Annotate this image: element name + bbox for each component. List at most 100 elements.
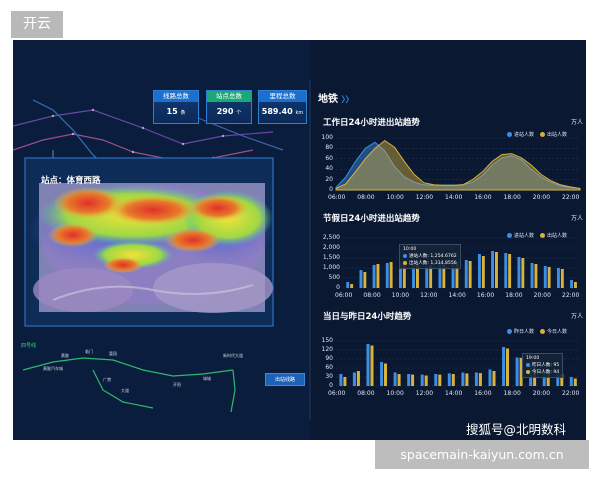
x-tick-label: 20:00 bbox=[532, 390, 551, 397]
x-tick-label: 16:00 bbox=[476, 292, 495, 299]
bar bbox=[343, 377, 347, 386]
bar bbox=[491, 251, 494, 288]
bar bbox=[570, 280, 573, 288]
corner-tag: 开云 bbox=[11, 11, 63, 38]
x-tick-label: 08:00 bbox=[357, 194, 375, 201]
y-tick-label: 2,500 bbox=[322, 234, 340, 241]
x-tick-label: 06:00 bbox=[328, 390, 346, 397]
x-tick-label: 06:00 bbox=[335, 292, 353, 299]
bar bbox=[380, 362, 384, 386]
legend-dot-icon bbox=[403, 253, 407, 258]
x-tick-label: 16:00 bbox=[474, 390, 492, 397]
bar bbox=[356, 371, 360, 386]
tooltip-time: 19:00 bbox=[526, 356, 540, 361]
x-tick-label: 14:00 bbox=[448, 292, 466, 299]
y-tick-label: 120 bbox=[321, 346, 333, 353]
x-tick-label: 20:00 bbox=[533, 292, 551, 299]
x-tick-label: 06:00 bbox=[328, 194, 346, 201]
bar bbox=[384, 363, 387, 386]
bar bbox=[474, 372, 478, 386]
bar bbox=[543, 266, 547, 288]
bar bbox=[481, 256, 485, 288]
bar bbox=[434, 374, 438, 386]
y-tick-label: 90 bbox=[325, 355, 333, 362]
bar bbox=[372, 265, 376, 288]
bar bbox=[478, 254, 481, 288]
y-tick-label: 2,000 bbox=[322, 244, 340, 251]
y-tick-label: 0 bbox=[329, 382, 333, 389]
bar bbox=[569, 377, 573, 386]
bar bbox=[534, 264, 538, 288]
bar bbox=[451, 374, 455, 386]
y-tick-label: 80 bbox=[325, 144, 333, 152]
bar bbox=[574, 282, 577, 288]
legend-dot-icon bbox=[526, 362, 530, 367]
x-tick-label: 22:00 bbox=[562, 390, 580, 397]
x-tick-label: 08:00 bbox=[357, 390, 375, 397]
bar bbox=[407, 374, 411, 386]
x-tick-label: 20:00 bbox=[532, 194, 551, 201]
bar bbox=[447, 373, 451, 386]
bar bbox=[420, 374, 424, 386]
x-tick-label: 18:00 bbox=[503, 194, 521, 201]
bar bbox=[350, 284, 354, 288]
bar bbox=[504, 253, 508, 288]
x-tick-label: 14:00 bbox=[445, 390, 463, 397]
bar bbox=[370, 345, 374, 386]
bar bbox=[385, 263, 389, 288]
bar bbox=[359, 270, 363, 288]
y-tick-label: 20 bbox=[325, 175, 333, 183]
bar bbox=[530, 263, 534, 288]
bar bbox=[547, 267, 551, 288]
holiday-tooltip: 10:00 进站人数: 1,254.6762 出站人数: 1,314.8556 bbox=[399, 244, 461, 269]
tooltip-row: 今日人数: 94 bbox=[526, 369, 559, 376]
today-tooltip: 19:00 昨日人数: 95 今日人数: 94 bbox=[522, 353, 564, 378]
x-tick-label: 22:00 bbox=[562, 292, 580, 299]
bar bbox=[492, 371, 496, 386]
y-tick-label: 60 bbox=[325, 154, 333, 162]
x-tick-label: 18:00 bbox=[503, 390, 521, 397]
watermark: 搜狐号@北明数科 bbox=[466, 422, 567, 437]
y-tick-label: 1,000 bbox=[322, 264, 340, 271]
tooltip-row: 出站人数: 1,314.8556 bbox=[403, 260, 457, 267]
y-tick-label: 0 bbox=[329, 186, 333, 193]
source-caption: spacemain-kaiyun.com.cn bbox=[375, 440, 589, 469]
x-tick-label: 22:00 bbox=[562, 194, 580, 201]
bar bbox=[346, 282, 350, 288]
y-tick-label: 60 bbox=[325, 364, 333, 371]
x-tick-label: 12:00 bbox=[415, 194, 434, 201]
charts-layer bbox=[335, 137, 581, 387]
bar bbox=[508, 254, 512, 288]
bar bbox=[464, 260, 468, 288]
bar bbox=[495, 252, 498, 288]
x-tick-label: 10:00 bbox=[386, 390, 404, 397]
x-tick-label: 10:00 bbox=[391, 292, 410, 299]
x-tick-label: 12:00 bbox=[420, 292, 438, 299]
y-tick-label: 0 bbox=[336, 284, 340, 291]
y-tick-label: 150 bbox=[321, 337, 333, 344]
y-tick-label: 500 bbox=[328, 274, 340, 281]
x-tick-label: 16:00 bbox=[474, 194, 492, 201]
x-tick-label: 12:00 bbox=[415, 390, 434, 397]
bar bbox=[515, 357, 519, 386]
bar bbox=[376, 264, 380, 288]
dashboard-screenshot: 线路总数 15 条 站点总数 290 个 里程总数 589.40 km 站点：体… bbox=[13, 40, 586, 440]
x-tick-label: 08:00 bbox=[363, 292, 381, 299]
y-tick-label: 100 bbox=[321, 134, 333, 141]
x-tick-label: 10:00 bbox=[386, 194, 404, 201]
bar bbox=[560, 269, 564, 288]
bar bbox=[425, 266, 429, 288]
bar bbox=[389, 262, 393, 288]
bar bbox=[521, 258, 525, 288]
y-tick-label: 30 bbox=[325, 373, 333, 380]
x-tick-label: 14:00 bbox=[445, 194, 463, 201]
bar bbox=[478, 373, 482, 386]
bar bbox=[397, 374, 401, 386]
y-tick-label: 1,500 bbox=[322, 254, 340, 261]
bar bbox=[339, 374, 343, 386]
bar bbox=[352, 372, 356, 386]
bar bbox=[506, 348, 509, 386]
bar bbox=[468, 261, 472, 288]
bar bbox=[461, 372, 465, 386]
tooltip-row: 昨日人数: 95 bbox=[526, 362, 559, 369]
